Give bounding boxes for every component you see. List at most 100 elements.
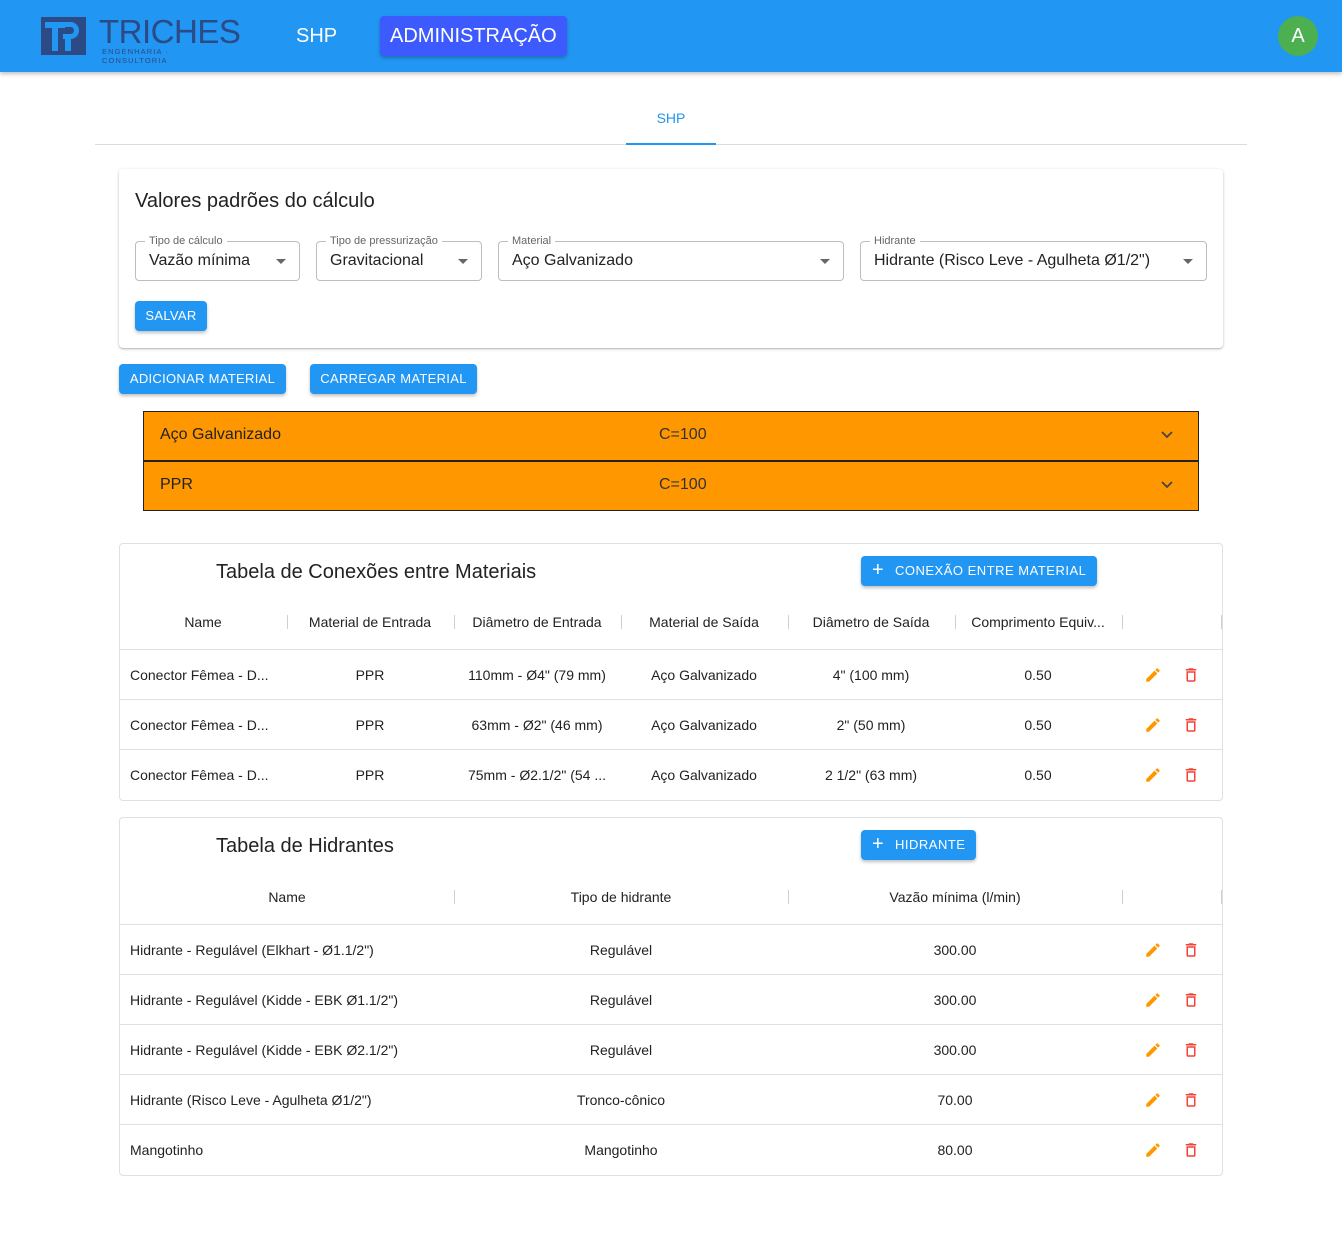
table-row[interactable]: Mangotinho Mangotinho 80.00 [120, 1125, 1222, 1175]
add-connection-button[interactable]: + CONEXÃO ENTRE MATERIAL [861, 556, 1098, 586]
nav-shp[interactable]: SHP [286, 16, 347, 56]
edit-icon[interactable] [1144, 1041, 1162, 1059]
column-header-name[interactable]: Name [120, 594, 286, 650]
edit-icon[interactable] [1144, 1141, 1162, 1159]
pressurization-type-select[interactable]: Tipo de pressurização Gravitacional [316, 234, 482, 281]
plus-icon: + [872, 833, 885, 855]
column-header-equiv-length[interactable]: Comprimento Equiv... [958, 594, 1118, 650]
table-row[interactable]: Hidrante - Regulável (Elkhart - Ø1.1/2")… [120, 925, 1222, 975]
column-header-hydrant-type[interactable]: Tipo de hidrante [454, 869, 788, 925]
delete-icon[interactable] [1182, 1041, 1200, 1059]
cell-hydrant-type: Mangotinho [584, 1142, 658, 1158]
column-header-min-flow[interactable]: Vazão mínima (l/min) [788, 869, 1122, 925]
cell-equiv-length: 0.50 [1024, 717, 1052, 733]
save-button[interactable]: SALVAR [135, 301, 207, 331]
connections-table-title: Tabela de Conexões entre Materiais [216, 561, 537, 583]
edit-icon[interactable] [1144, 941, 1162, 959]
logo-wordmark: TRICHES [99, 13, 241, 50]
delete-icon[interactable] [1182, 1091, 1200, 1109]
cell-output-material: Aço Galvanizado [651, 717, 757, 733]
hydrants-table-header: Name Tipo de hidrante Vazão mínima (l/mi… [120, 869, 1222, 925]
delete-icon[interactable] [1182, 941, 1200, 959]
dropdown-arrow-icon [458, 259, 468, 264]
cell-hydrant-type: Tronco-cônico [576, 1092, 666, 1108]
card-title: Valores padrões do cálculo [135, 190, 375, 212]
delete-icon[interactable] [1182, 766, 1200, 784]
nav-administracao[interactable]: ADMINISTRAÇÃO [380, 16, 567, 56]
table-row[interactable]: Conector Fêmea - D... PPR 75mm - Ø2.1/2"… [120, 750, 1222, 800]
cell-output-diameter: 2" (50 mm) [836, 717, 906, 733]
cell-hydrant-type: Regulável [589, 942, 653, 958]
table-row[interactable]: Hidrante (Risco Leve - Agulheta Ø1/2") T… [120, 1075, 1222, 1125]
field-value: Aço Galvanizado [512, 252, 633, 269]
cell-min-flow: 300.00 [933, 992, 977, 1008]
column-header-input-diameter[interactable]: Diâmetro de Entrada [454, 594, 620, 650]
field-label: Material [508, 234, 556, 248]
edit-icon[interactable] [1144, 716, 1162, 734]
cell-min-flow: 70.00 [937, 1092, 973, 1108]
cell-name: Conector Fêmea - D... [130, 717, 269, 733]
column-header-output-material[interactable]: Material de Saída [621, 594, 787, 650]
edit-icon[interactable] [1144, 766, 1162, 784]
cell-name: Mangotinho [130, 1142, 204, 1158]
field-label: Hidrante [870, 234, 920, 248]
table-row[interactable]: Conector Fêmea - D... PPR 110mm - Ø4" (7… [120, 650, 1222, 700]
load-material-button[interactable]: CARREGAR MATERIAL [310, 364, 477, 394]
cell-input-diameter: 75mm - Ø2.1/2" (54 ... [467, 767, 607, 783]
add-hydrant-button[interactable]: + HIDRANTE [861, 830, 977, 860]
connections-table-header: Name Material de Entrada Diâmetro de Ent… [120, 594, 1222, 650]
chevron-down-icon[interactable] [1160, 478, 1174, 492]
cell-input-material: PPR [355, 667, 385, 683]
cell-hydrant-type: Regulável [589, 1042, 653, 1058]
edit-icon[interactable] [1144, 666, 1162, 684]
cell-equiv-length: 0.50 [1024, 767, 1052, 783]
cell-name: Conector Fêmea - D... [130, 767, 269, 783]
column-header-output-diameter[interactable]: Diâmetro de Saída [788, 594, 954, 650]
field-value: Vazão mínima [149, 252, 251, 269]
delete-icon[interactable] [1182, 716, 1200, 734]
material-panel-ppr[interactable]: PPR C=100 [143, 461, 1199, 511]
tab-shp[interactable]: SHP [626, 96, 716, 145]
hydrant-select[interactable]: Hidrante Hidrante (Risco Leve - Agulheta… [860, 234, 1207, 281]
dropdown-arrow-icon [276, 259, 286, 264]
chevron-down-icon[interactable] [1160, 428, 1174, 442]
cell-output-diameter: 4" (100 mm) [832, 667, 910, 683]
column-separator[interactable] [1122, 615, 1123, 629]
triches-logo[interactable]: TRICHES ENGENHARIA · CONSULTORIA [41, 13, 241, 65]
column-separator[interactable] [1221, 890, 1222, 904]
delete-icon[interactable] [1182, 666, 1200, 684]
edit-icon[interactable] [1144, 991, 1162, 1009]
material-name: Aço Galvanizado [160, 426, 281, 443]
column-header-input-material[interactable]: Material de Entrada [287, 594, 453, 650]
table-row[interactable]: Conector Fêmea - D... PPR 63mm - Ø2" (46… [120, 700, 1222, 750]
edit-icon[interactable] [1144, 1091, 1162, 1109]
add-material-button[interactable]: ADICIONAR MATERIAL [119, 364, 286, 394]
column-separator[interactable] [955, 615, 956, 629]
delete-icon[interactable] [1182, 991, 1200, 1009]
tab-shp-label: SHP [656, 110, 686, 126]
app-bar: TRICHES ENGENHARIA · CONSULTORIA SHP ADM… [0, 0, 1342, 72]
delete-icon[interactable] [1182, 1141, 1200, 1159]
cell-name: Hidrante - Regulável (Kidde - EBK Ø2.1/2… [130, 1042, 398, 1058]
calc-type-select[interactable]: Tipo de cálculo Vazão mínima [135, 234, 300, 281]
cell-output-diameter: 2 1/2" (63 mm) [824, 767, 918, 783]
connections-table-card: Tabela de Conexões entre Materiais + CON… [119, 543, 1223, 801]
cell-name: Hidrante (Risco Leve - Agulheta Ø1/2") [130, 1092, 372, 1108]
field-label: Tipo de pressurização [326, 234, 442, 248]
material-select[interactable]: Material Aço Galvanizado [498, 234, 844, 281]
cell-name: Hidrante - Regulável (Elkhart - Ø1.1/2") [130, 942, 374, 958]
column-separator[interactable] [1221, 615, 1222, 629]
add-connection-label: CONEXÃO ENTRE MATERIAL [895, 563, 1087, 578]
dropdown-arrow-icon [1183, 259, 1193, 264]
cell-input-material: PPR [355, 717, 385, 733]
tab-indicator [626, 143, 716, 145]
column-header-name[interactable]: Name [120, 869, 454, 925]
user-avatar[interactable]: A [1278, 16, 1318, 56]
column-separator[interactable] [1122, 890, 1123, 904]
material-panel-aco-galvanizado[interactable]: Aço Galvanizado C=100 [143, 411, 1199, 461]
cell-hydrant-type: Regulável [589, 992, 653, 1008]
dropdown-arrow-icon [820, 259, 830, 264]
logo-tagline: ENGENHARIA · CONSULTORIA [102, 47, 169, 65]
table-row[interactable]: Hidrante - Regulável (Kidde - EBK Ø2.1/2… [120, 1025, 1222, 1075]
table-row[interactable]: Hidrante - Regulável (Kidde - EBK Ø1.1/2… [120, 975, 1222, 1025]
